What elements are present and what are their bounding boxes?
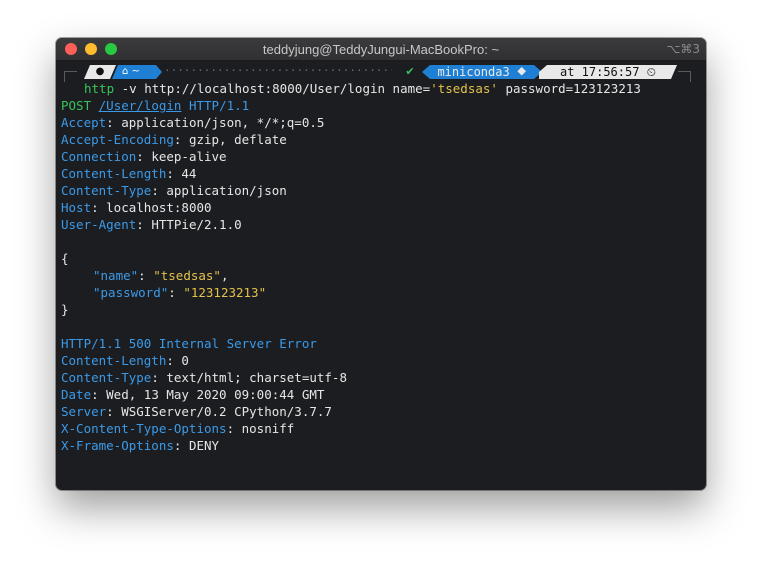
header-value: : HTTPie/2.1.0 xyxy=(136,217,242,232)
conda-env-segment: miniconda3 ⯁ xyxy=(422,65,542,79)
header-key: Content-Type xyxy=(61,370,152,385)
request-header: Content-Type: application/json xyxy=(61,182,287,199)
command-line: http -v http://localhost:8000/User/login… xyxy=(84,80,641,97)
request-version: /1.1 xyxy=(219,98,250,113)
header-value: : 0 xyxy=(166,353,189,368)
request-path: /User/login xyxy=(98,98,182,113)
command-args-password: password=123123213 xyxy=(497,81,641,96)
response-proto: HTTP xyxy=(61,336,92,351)
prompt-bar: ● ⌂ ~ ··································… xyxy=(56,63,706,82)
status-check-icon: ✔ xyxy=(394,65,426,79)
prompt-frame-right xyxy=(678,71,691,82)
json-trail: , xyxy=(220,268,229,283)
response-header: X-Content-Type-Options: nosniff xyxy=(61,420,294,437)
json-key: "name" xyxy=(93,268,139,283)
header-key: Connection xyxy=(61,149,137,164)
request-header: Accept-Encoding: gzip, deflate xyxy=(61,131,287,148)
apple-icon: ● xyxy=(84,65,116,79)
command-name-value: 'tsedsas' xyxy=(430,81,498,96)
json-value: "123123213" xyxy=(183,285,267,300)
request-header: Content-Length: 44 xyxy=(61,165,196,182)
header-key: Accept-Encoding xyxy=(61,132,174,147)
json-close-brace: } xyxy=(61,302,69,317)
header-key: Host xyxy=(61,200,92,215)
json-field: "name": "tsedsas", xyxy=(93,268,229,283)
prompt-frame-left xyxy=(64,71,77,82)
header-value: : nosniff xyxy=(226,421,295,436)
header-value: : WSGIServer/0.2 CPython/3.7.7 xyxy=(106,404,332,419)
header-value: : DENY xyxy=(173,438,220,453)
header-value: : localhost:8000 xyxy=(91,200,212,215)
header-value: : application/json xyxy=(151,183,287,198)
response-header: Content-Type: text/html; charset=utf-8 xyxy=(61,369,347,386)
header-key: X-Content-Type-Options xyxy=(61,421,227,436)
header-key: Date xyxy=(61,387,92,402)
header-value: : keep-alive xyxy=(136,149,227,164)
header-key: Content-Type xyxy=(61,183,152,198)
json-open-brace: { xyxy=(61,251,69,266)
header-value: : application/json, */*;q=0.5 xyxy=(106,115,325,130)
json-key: "password" xyxy=(93,285,169,300)
request-line: POST /User/login HTTP/1.1 xyxy=(61,97,249,114)
window-shortcut: ⌥⌘3 xyxy=(666,42,700,56)
request-header: Connection: keep-alive xyxy=(61,148,227,165)
header-key: Content-Length xyxy=(61,166,167,181)
request-proto: HTTP xyxy=(188,98,220,113)
response-header: Content-Length: 0 xyxy=(61,352,189,369)
request-header: Accept: application/json, */*;q=0.5 xyxy=(61,114,324,131)
command-program: http xyxy=(84,81,115,96)
prompt-time-segment: at 17:56:57 ⏲ xyxy=(539,65,677,79)
header-key: Content-Length xyxy=(61,353,167,368)
json-field: "password": "123123213" xyxy=(93,285,267,300)
command-args: -v http://localhost:8000/User/login name… xyxy=(114,81,431,96)
response-header: Server: WSGIServer/0.2 CPython/3.7.7 xyxy=(61,403,332,420)
request-header: Host: localhost:8000 xyxy=(61,199,212,216)
response-status-line: HTTP/1.1 500 Internal Server Error xyxy=(61,335,317,352)
header-value: : text/html; charset=utf-8 xyxy=(151,370,347,385)
header-key: X-Frame-Options xyxy=(61,438,174,453)
header-value: : gzip, deflate xyxy=(173,132,287,147)
header-value: : 44 xyxy=(166,166,197,181)
prompt-home-segment: ⌂ ~ xyxy=(112,65,162,79)
header-key: User-Agent xyxy=(61,217,137,232)
response-status: /1.1 500 Internal Server Error xyxy=(91,336,317,351)
request-header: User-Agent: HTTPie/2.1.0 xyxy=(61,216,242,233)
header-key: Server xyxy=(61,404,107,419)
terminal-window: teddyjung@TeddyJungui-MacBookPro: ~ ⌥⌘3 … xyxy=(56,38,706,490)
prompt-filler: ········································… xyxy=(164,65,392,77)
response-header: Date: Wed, 13 May 2020 09:00:44 GMT xyxy=(61,386,324,403)
json-value: "tsedsas" xyxy=(153,268,221,283)
terminal-content[interactable]: ● ⌂ ~ ··································… xyxy=(56,61,706,490)
header-value: : Wed, 13 May 2020 09:00:44 GMT xyxy=(91,387,325,402)
title-bar[interactable]: teddyjung@TeddyJungui-MacBookPro: ~ ⌥⌘3 xyxy=(56,38,706,61)
request-method: POST xyxy=(61,98,92,113)
response-header: X-Frame-Options: DENY xyxy=(61,437,219,454)
header-key: Accept xyxy=(61,115,107,130)
window-title: teddyjung@TeddyJungui-MacBookPro: ~ xyxy=(262,42,500,57)
